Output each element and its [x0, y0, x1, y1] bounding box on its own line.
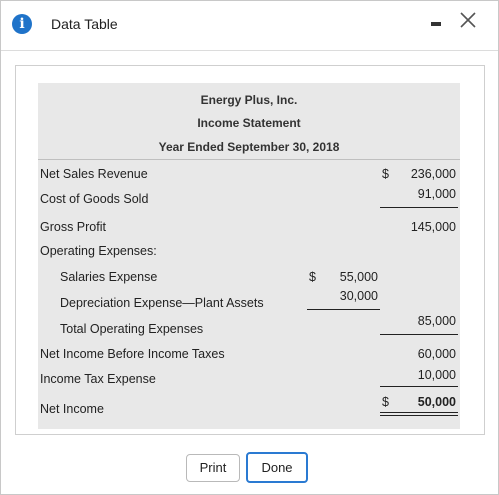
income-statement: Energy Plus, Inc. Income Statement Year … [38, 83, 460, 429]
operating-expenses-header: Operating Expenses: [38, 240, 460, 264]
subtotal-rule [380, 207, 458, 208]
double-rule [380, 412, 458, 416]
done-button[interactable]: Done [246, 452, 308, 483]
row-value: 55,000 [339, 270, 378, 284]
row-label: Cost of Goods Sold [40, 192, 149, 206]
row-label: Depreciation Expense—Plant Assets [60, 296, 264, 310]
row-value: 30,000 [339, 289, 378, 303]
row-value: 145,000 [410, 220, 456, 234]
row-label: Salaries Expense [60, 270, 158, 284]
row-label: Net Income [40, 402, 104, 416]
row-value: 50,000 [417, 395, 456, 409]
info-icon: i [12, 14, 32, 34]
row-value: 60,000 [417, 347, 456, 361]
title-bar: i Data Table [1, 1, 498, 51]
gross-profit-row: Gross Profit 145,000 [38, 216, 460, 240]
statement-period: Year Ended September 30, 2018 [38, 140, 460, 160]
row-label: Gross Profit [40, 220, 106, 234]
row-label: Total Operating Expenses [60, 322, 204, 336]
row-label: Net Sales Revenue [40, 167, 148, 181]
subtotal-rule [380, 334, 458, 335]
dialog-title: Data Table [51, 16, 118, 32]
income-tax-row: Income Tax Expense 10,000 [38, 364, 460, 388]
data-table-dialog: i Data Table Energy Plus, Inc. Income St… [0, 0, 499, 495]
row-value: 10,000 [417, 368, 456, 382]
row-label: Income Tax Expense [40, 372, 156, 386]
print-button[interactable]: Print [186, 454, 240, 482]
row-value: 85,000 [417, 314, 456, 328]
row-label: Operating Expenses: [40, 244, 157, 258]
company-name: Energy Plus, Inc. [200, 93, 298, 107]
row-label: Net Income Before Income Taxes [40, 347, 225, 361]
statement-name: Income Statement [197, 116, 301, 130]
close-icon[interactable] [456, 8, 480, 32]
row-value: 236,000 [410, 167, 456, 181]
subtotal-rule [380, 386, 458, 387]
depreciation-row: Depreciation Expense—Plant Assets 30,000 [38, 285, 460, 310]
minimize-icon[interactable] [428, 14, 444, 30]
row-value: 91,000 [417, 187, 456, 201]
content-frame: Energy Plus, Inc. Income Statement Year … [15, 65, 485, 435]
cogs-row: Cost of Goods Sold 91,000 [38, 183, 460, 207]
total-opex-row: Total Operating Expenses 85,000 [38, 310, 460, 336]
